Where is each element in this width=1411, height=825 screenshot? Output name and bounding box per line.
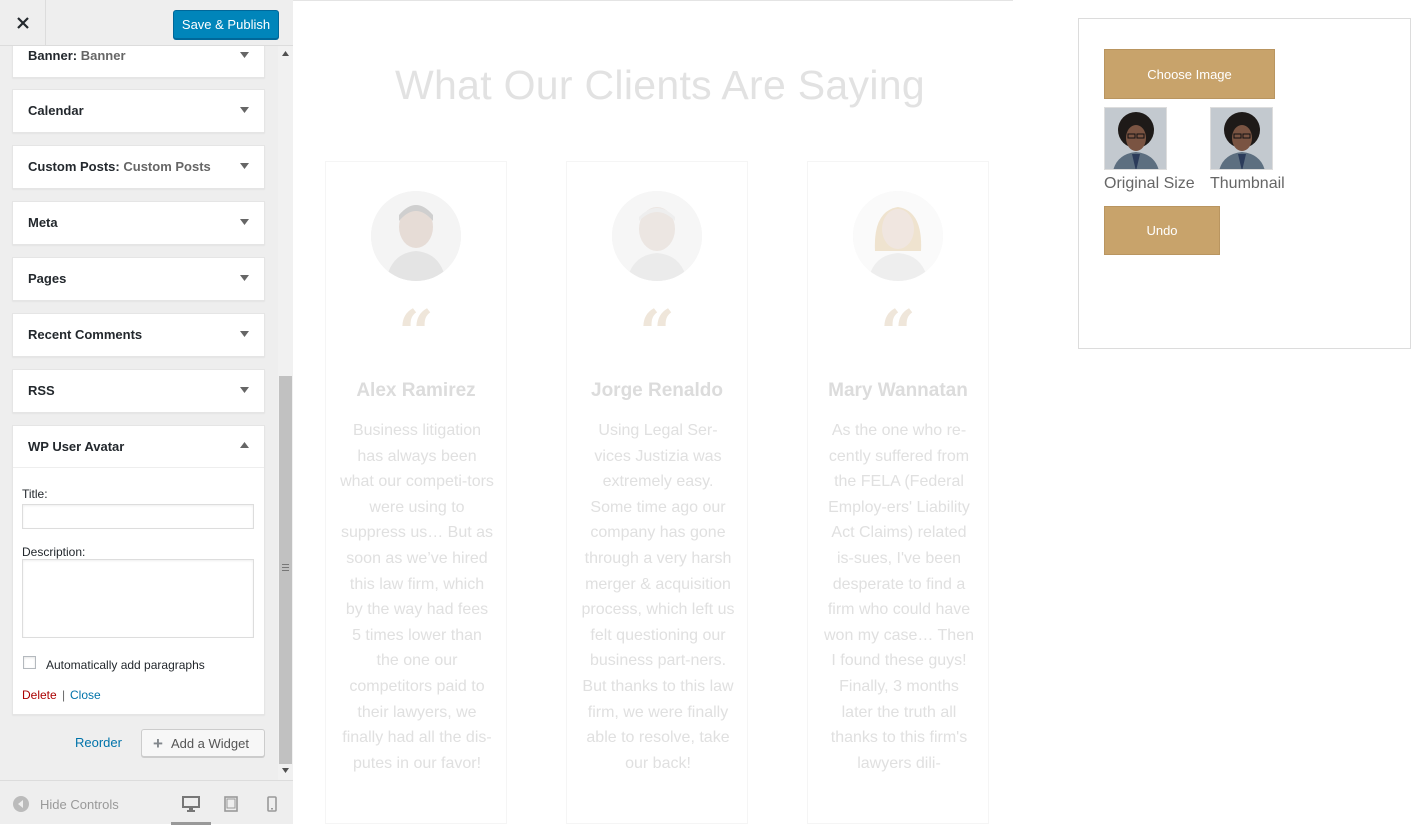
testimonial-name: Alex Ramirez <box>356 380 476 401</box>
caret-down-icon <box>240 163 249 169</box>
caret-down-icon <box>240 387 249 393</box>
choose-image-button[interactable]: Choose Image <box>1104 49 1275 99</box>
avatar-photo-icon <box>1211 108 1272 169</box>
mobile-icon[interactable] <box>267 796 277 812</box>
widget-title: Calendar <box>28 103 84 118</box>
title-label: Title: <box>22 487 48 501</box>
close-link[interactable]: Close <box>70 688 101 702</box>
divider <box>293 0 1013 1</box>
widget-title: WP User Avatar <box>28 439 125 454</box>
testimonial-card: “ Jorge Renaldo Using Legal Ser-vices Ju… <box>566 161 748 824</box>
avatar <box>853 191 943 281</box>
person-photo-icon <box>853 191 943 281</box>
panel-scrollbar[interactable] <box>278 46 293 780</box>
widget-title: RSS <box>28 383 55 398</box>
close-icon <box>16 17 29 29</box>
testimonial-name: Mary Wannatan <box>828 380 968 401</box>
widgets-panel: Banner: Banner Calendar Custom Posts: Cu… <box>0 46 278 780</box>
caret-down-icon <box>240 275 249 281</box>
thumbnail-label: Thumbnail <box>1210 175 1285 192</box>
grip-icon <box>282 564 289 571</box>
customizer-sidebar: Save & Publish Banner: Banner Calendar C… <box>0 0 293 825</box>
thumbnail-image[interactable] <box>1210 107 1273 170</box>
person-photo-icon <box>612 191 702 281</box>
widget-recent-comments[interactable]: Recent Comments <box>12 313 265 357</box>
desktop-icon[interactable] <box>182 796 200 812</box>
site-preview: What Our Clients Are Saying “ Alex Ramir… <box>293 0 1411 824</box>
title-input[interactable] <box>22 504 254 529</box>
quote-icon: “ <box>880 302 916 342</box>
caret-up-icon <box>240 442 249 448</box>
save-publish-button[interactable]: Save & Publish <box>173 10 279 39</box>
widget-title: Meta <box>28 215 58 230</box>
testimonial-text: Business litigation has always been what… <box>340 422 494 772</box>
hide-controls-label: Hide Controls <box>40 796 119 812</box>
original-size-image[interactable] <box>1104 107 1167 170</box>
autop-checkbox[interactable] <box>23 656 36 669</box>
avatar <box>612 191 702 281</box>
widget-meta[interactable]: Meta <box>12 201 265 245</box>
widget-rss[interactable]: RSS <box>12 369 265 413</box>
hide-controls-button[interactable]: Hide Controls <box>13 796 119 812</box>
widget-banner[interactable]: Banner: Banner <box>12 46 265 78</box>
caret-down-icon <box>240 52 249 58</box>
testimonial-text: Using Legal Ser-vices Justizia was extre… <box>581 422 735 772</box>
widget-title: Banner: Banner <box>28 48 126 63</box>
widget-pages[interactable]: Pages <box>12 257 265 301</box>
original-size-label: Original Size <box>1104 175 1195 192</box>
reorder-link[interactable]: Reorder <box>75 735 122 750</box>
widget-title: Recent Comments <box>28 327 143 342</box>
caret-down-icon <box>240 107 249 113</box>
undo-button[interactable]: Undo <box>1104 206 1220 255</box>
link-separator: | <box>62 688 66 702</box>
quote-icon: “ <box>639 302 675 342</box>
customizer-header: Save & Publish <box>0 0 293 46</box>
scroll-down-arrow-icon[interactable] <box>281 766 290 775</box>
widget-title: Custom Posts: Custom Posts <box>28 159 211 174</box>
description-textarea[interactable] <box>22 559 254 638</box>
avatar-photo-icon <box>1105 108 1166 169</box>
testimonial-card: “ Alex Ramirez Business litigation has a… <box>325 161 507 824</box>
widget-custom-posts[interactable]: Custom Posts: Custom Posts <box>12 145 265 189</box>
autop-label: Automatically add paragraphs <box>46 658 205 672</box>
quote-icon: “ <box>398 302 434 342</box>
caret-down-icon <box>240 219 249 225</box>
widget-header[interactable]: WP User Avatar <box>13 426 264 468</box>
add-widget-button[interactable]: + Add a Widget <box>141 729 265 757</box>
scroll-thumb[interactable] <box>279 376 292 764</box>
scroll-up-arrow-icon[interactable] <box>281 49 290 58</box>
section-title: What Our Clients Are Saying <box>395 62 925 108</box>
person-photo-icon <box>371 191 461 281</box>
description-label: Description: <box>22 545 86 559</box>
user-avatar-widget: Choose Image Original Size Thumbnail Und… <box>1078 18 1411 349</box>
caret-down-icon <box>240 331 249 337</box>
widget-calendar[interactable]: Calendar <box>12 89 265 133</box>
close-customizer-button[interactable] <box>0 0 46 46</box>
plus-icon: + <box>153 733 163 753</box>
testimonial-text: As the one who re-cently suffered from t… <box>824 422 974 772</box>
delete-link[interactable]: Delete <box>22 688 57 702</box>
testimonial-name: Jorge Renaldo <box>591 380 723 401</box>
customizer-footer: Hide Controls <box>0 780 293 825</box>
tablet-icon[interactable] <box>224 796 238 812</box>
testimonial-card: “ Mary Wannatan As the one who re-cently… <box>807 161 989 824</box>
add-widget-label: Add a Widget <box>170 735 249 751</box>
collapse-arrow-icon <box>13 796 29 812</box>
avatar <box>371 191 461 281</box>
widget-title: Pages <box>28 271 67 286</box>
